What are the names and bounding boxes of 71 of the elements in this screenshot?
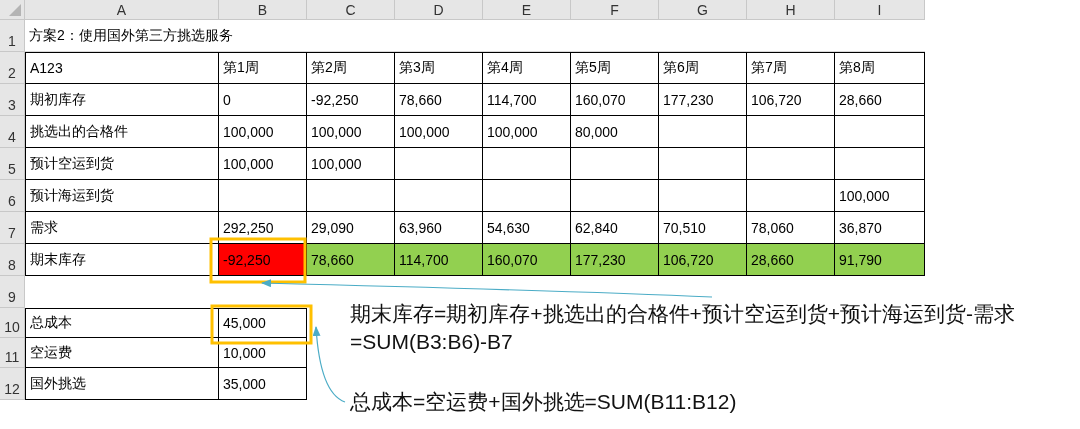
row-header[interactable]: 2 (0, 52, 25, 84)
table-cell: 160,070 (483, 244, 571, 276)
select-all-corner[interactable] (0, 0, 25, 20)
table-cell: 91,790 (835, 244, 925, 276)
table-cell: 45,000 (219, 308, 307, 338)
table-cell: 100,000 (395, 116, 483, 148)
row-label: 空运费 (25, 338, 219, 368)
row-label: 需求 (25, 212, 219, 244)
table-cell: 100,000 (219, 116, 307, 148)
table-cell: 80,000 (571, 116, 659, 148)
row-header[interactable]: 3 (0, 84, 25, 116)
column-header[interactable]: A (25, 0, 219, 20)
table-cell: 第2周 (307, 52, 395, 84)
table-cell: 第1周 (219, 52, 307, 84)
table-cell: 114,700 (395, 244, 483, 276)
table-cell: 第7周 (747, 52, 835, 84)
table-cell: 28,660 (747, 244, 835, 276)
column-header[interactable]: H (747, 0, 835, 20)
table-cell: 177,230 (659, 84, 747, 116)
column-header[interactable]: I (835, 0, 925, 20)
table-cell: 第3周 (395, 52, 483, 84)
row-label: 总成本 (25, 308, 219, 338)
column-header[interactable]: B (219, 0, 307, 20)
row-header[interactable]: 11 (0, 338, 25, 368)
column-header[interactable]: G (659, 0, 747, 20)
row-header[interactable]: 8 (0, 244, 25, 276)
table-cell: 0 (219, 84, 307, 116)
table-cell: 106,720 (747, 84, 835, 116)
row-label: 预计空运到货 (25, 148, 219, 180)
column-header[interactable]: E (483, 0, 571, 20)
column-header[interactable]: C (307, 0, 395, 20)
table-cell: 100,000 (483, 116, 571, 148)
table-cell: 10,000 (219, 338, 307, 368)
table-cell: 35,000 (219, 368, 307, 400)
table-cell: 100,000 (835, 180, 925, 212)
table-cell: 第8周 (835, 52, 925, 84)
table-cell: 100,000 (307, 148, 395, 180)
row-header[interactable]: 6 (0, 180, 25, 212)
row-header[interactable]: 12 (0, 368, 25, 400)
table-cell: 160,070 (571, 84, 659, 116)
table-cell: -92,250 (219, 244, 307, 276)
corner-triangle-icon (9, 4, 21, 16)
row-label: 预计海运到货 (25, 180, 219, 212)
formula-note: 总成本=空运费+国外挑选=SUM(B11:B12) (350, 389, 737, 415)
row-label: A123 (25, 52, 219, 84)
row-header[interactable]: 10 (0, 308, 25, 338)
table-cell: 第4周 (483, 52, 571, 84)
table-cell: 114,700 (483, 84, 571, 116)
table-cell: 第6周 (659, 52, 747, 84)
row-label: 国外挑选 (25, 368, 219, 400)
row-header[interactable]: 1 (0, 20, 25, 52)
row-header[interactable]: 5 (0, 148, 25, 180)
row-label: 挑选出的合格件 (25, 116, 219, 148)
row-header[interactable]: 9 (0, 276, 25, 308)
table-cell: 100,000 (219, 148, 307, 180)
table-cell: -92,250 (307, 84, 395, 116)
table-cell: 177,230 (571, 244, 659, 276)
table-cell: 78,660 (395, 84, 483, 116)
formula-note: 期末库存=期初库存+挑选出的合格件+预计空运到货+预计海运到货-需求 (350, 301, 1016, 327)
table-cell: 第5周 (571, 52, 659, 84)
column-header[interactable]: D (395, 0, 483, 20)
row-label: 期初库存 (25, 84, 219, 116)
column-header[interactable]: F (571, 0, 659, 20)
table-cell: 106,720 (659, 244, 747, 276)
table-cell: 78,660 (307, 244, 395, 276)
row-header[interactable]: 7 (0, 212, 25, 244)
table-cell: 100,000 (307, 116, 395, 148)
row-header[interactable]: 4 (0, 116, 25, 148)
sheet-title: 方案2：使用国外第三方挑选服务 (29, 26, 233, 45)
table-cell: 28,660 (835, 84, 925, 116)
formula-note: =SUM(B3:B6)-B7 (350, 329, 513, 355)
